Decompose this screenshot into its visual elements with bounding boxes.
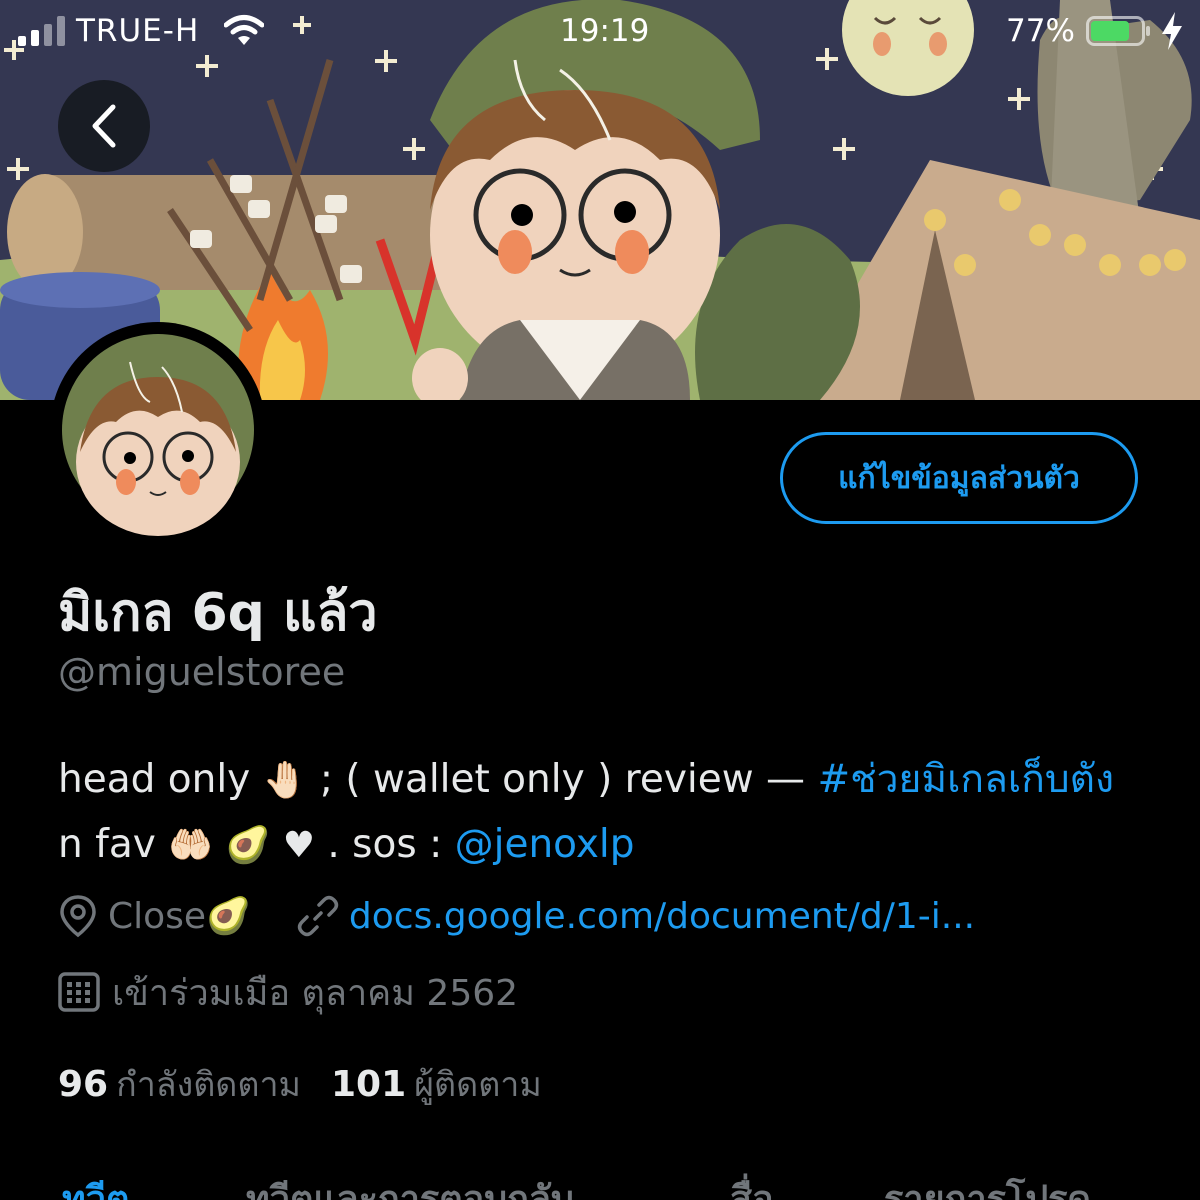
edit-profile-label: แก้ไขข้อมูลส่วนตัว <box>838 460 1080 496</box>
profile-bio: head only 🤚🏻 ; ( wallet only ) review — … <box>58 748 1148 878</box>
avatar-image <box>54 326 262 536</box>
joined-text: เข้าร่วมเมือ ตุลาคม 2562 <box>112 972 519 1014</box>
profile-tabs: ทวีต ทวีตและการตอบกลับ สื่อ รายการโปรด <box>0 1160 1200 1200</box>
carrier-name: TRUE-H <box>76 13 200 49</box>
following-count: 96 <box>58 1064 109 1105</box>
palms-up-emoji: 🤲🏻 <box>168 825 214 866</box>
avatar[interactable] <box>50 322 266 538</box>
bio-text: head only <box>58 757 263 802</box>
raised-hand-emoji: 🤚🏻 <box>262 760 308 801</box>
bio-text: n fav <box>58 822 169 867</box>
tab-tweets-and-replies[interactable]: ทวีตและการตอบกลับ <box>246 1170 574 1200</box>
joined-date-row: เข้าร่วมเมือ ตุลาคม 2562 <box>58 964 518 1020</box>
followers-label: ผู้ติดตาม <box>414 1065 542 1105</box>
tab-likes[interactable]: รายการโปรด <box>884 1170 1091 1200</box>
clock: 19:19 <box>560 13 650 49</box>
location-pin-icon <box>60 895 96 938</box>
followers-count: 101 <box>330 1064 407 1105</box>
battery-icon <box>1086 16 1150 46</box>
profile-handle: @miguelstoree <box>58 650 346 694</box>
edit-profile-button[interactable]: แก้ไขข้อมูลส่วนตัว <box>780 432 1138 524</box>
website-link[interactable]: docs.google.com/document/d/1-i... <box>349 896 975 937</box>
status-bar: TRUE-H 19:19 77% <box>0 0 1200 64</box>
back-button[interactable] <box>58 80 150 172</box>
bio-text: ; ( wallet only ) review — <box>307 757 818 802</box>
following-link[interactable]: 96 กำลังติดตาม <box>58 1057 301 1111</box>
follow-counts: 96 กำลังติดตาม 101 ผู้ติดตาม <box>58 1056 572 1112</box>
wifi-icon <box>224 15 264 45</box>
avocado-emoji: 🥑 <box>225 825 271 866</box>
following-label: กำลังติดตาม <box>116 1065 301 1105</box>
battery-percent: 77% <box>1006 13 1075 49</box>
charging-bolt-icon <box>1162 12 1182 50</box>
location-text: Close <box>108 895 207 937</box>
back-arrow-icon <box>92 104 116 148</box>
tab-tweets[interactable]: ทวีต <box>62 1170 129 1200</box>
location-avocado-emoji: 🥑 <box>206 896 251 937</box>
heart-emoji: ♥ <box>282 825 315 866</box>
followers-link[interactable]: 101 ผู้ติดตาม <box>331 1057 542 1111</box>
profile-meta-row: Close 🥑 docs.google.com/document/d/1-i... <box>58 888 975 944</box>
signal-icon <box>18 16 65 46</box>
tab-media[interactable]: สื่อ <box>730 1170 774 1200</box>
calendar-icon <box>58 972 100 1012</box>
bio-mention-link[interactable]: @jenoxlp <box>455 822 635 867</box>
display-name: มิเกล 6q แล้ว <box>58 583 378 643</box>
link-icon <box>297 895 339 937</box>
bio-hashtag-link[interactable]: #ช่วยมิเกลเก็บตัง <box>817 757 1114 802</box>
bio-text: . sos : <box>314 822 455 867</box>
